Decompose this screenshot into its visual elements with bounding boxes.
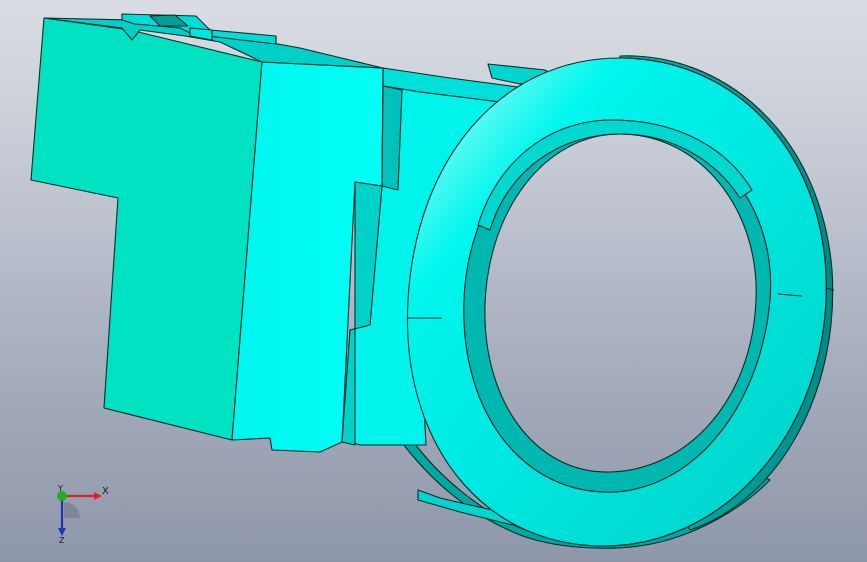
x-axis-label: X <box>102 486 108 497</box>
top-clip-tab <box>189 27 213 41</box>
coordinate-triad: X Y Z <box>57 484 108 544</box>
x-axis-arrow <box>94 492 102 500</box>
y-axis-label: Y <box>57 484 63 493</box>
z-axis-label: Z <box>59 536 65 544</box>
cad-viewport[interactable]: X Y Z <box>0 0 867 562</box>
housing-front-face <box>30 17 263 441</box>
triad-shadow-arc <box>64 502 80 518</box>
neck-dark-strip <box>381 85 403 191</box>
3d-model[interactable] <box>0 0 867 562</box>
z-axis-arrow <box>58 528 66 536</box>
